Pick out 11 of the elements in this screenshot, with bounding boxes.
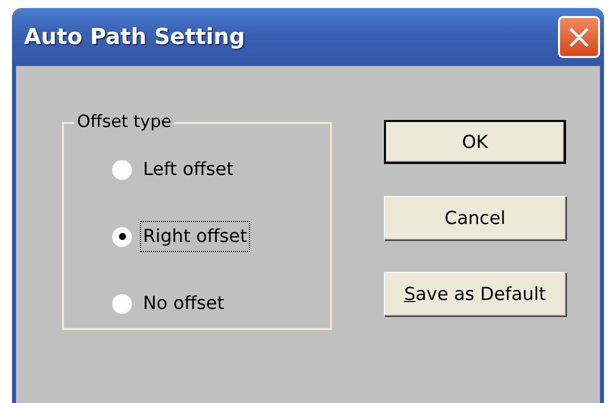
ok-button[interactable]: OK [384,120,566,164]
radio-button[interactable] [112,294,132,314]
radio-label[interactable]: No offset [140,288,228,319]
radio-button[interactable] [112,226,132,246]
cancel-button[interactable]: Cancel [384,196,566,240]
radio-label[interactable]: Right offset [140,221,250,252]
group-label: Offset type [74,112,174,132]
radio-label[interactable]: Left offset [140,154,237,185]
save-default-button[interactable]: Save as Default [384,272,566,316]
window-title: Auto Path Setting [24,24,245,52]
radio-button[interactable] [112,160,132,180]
